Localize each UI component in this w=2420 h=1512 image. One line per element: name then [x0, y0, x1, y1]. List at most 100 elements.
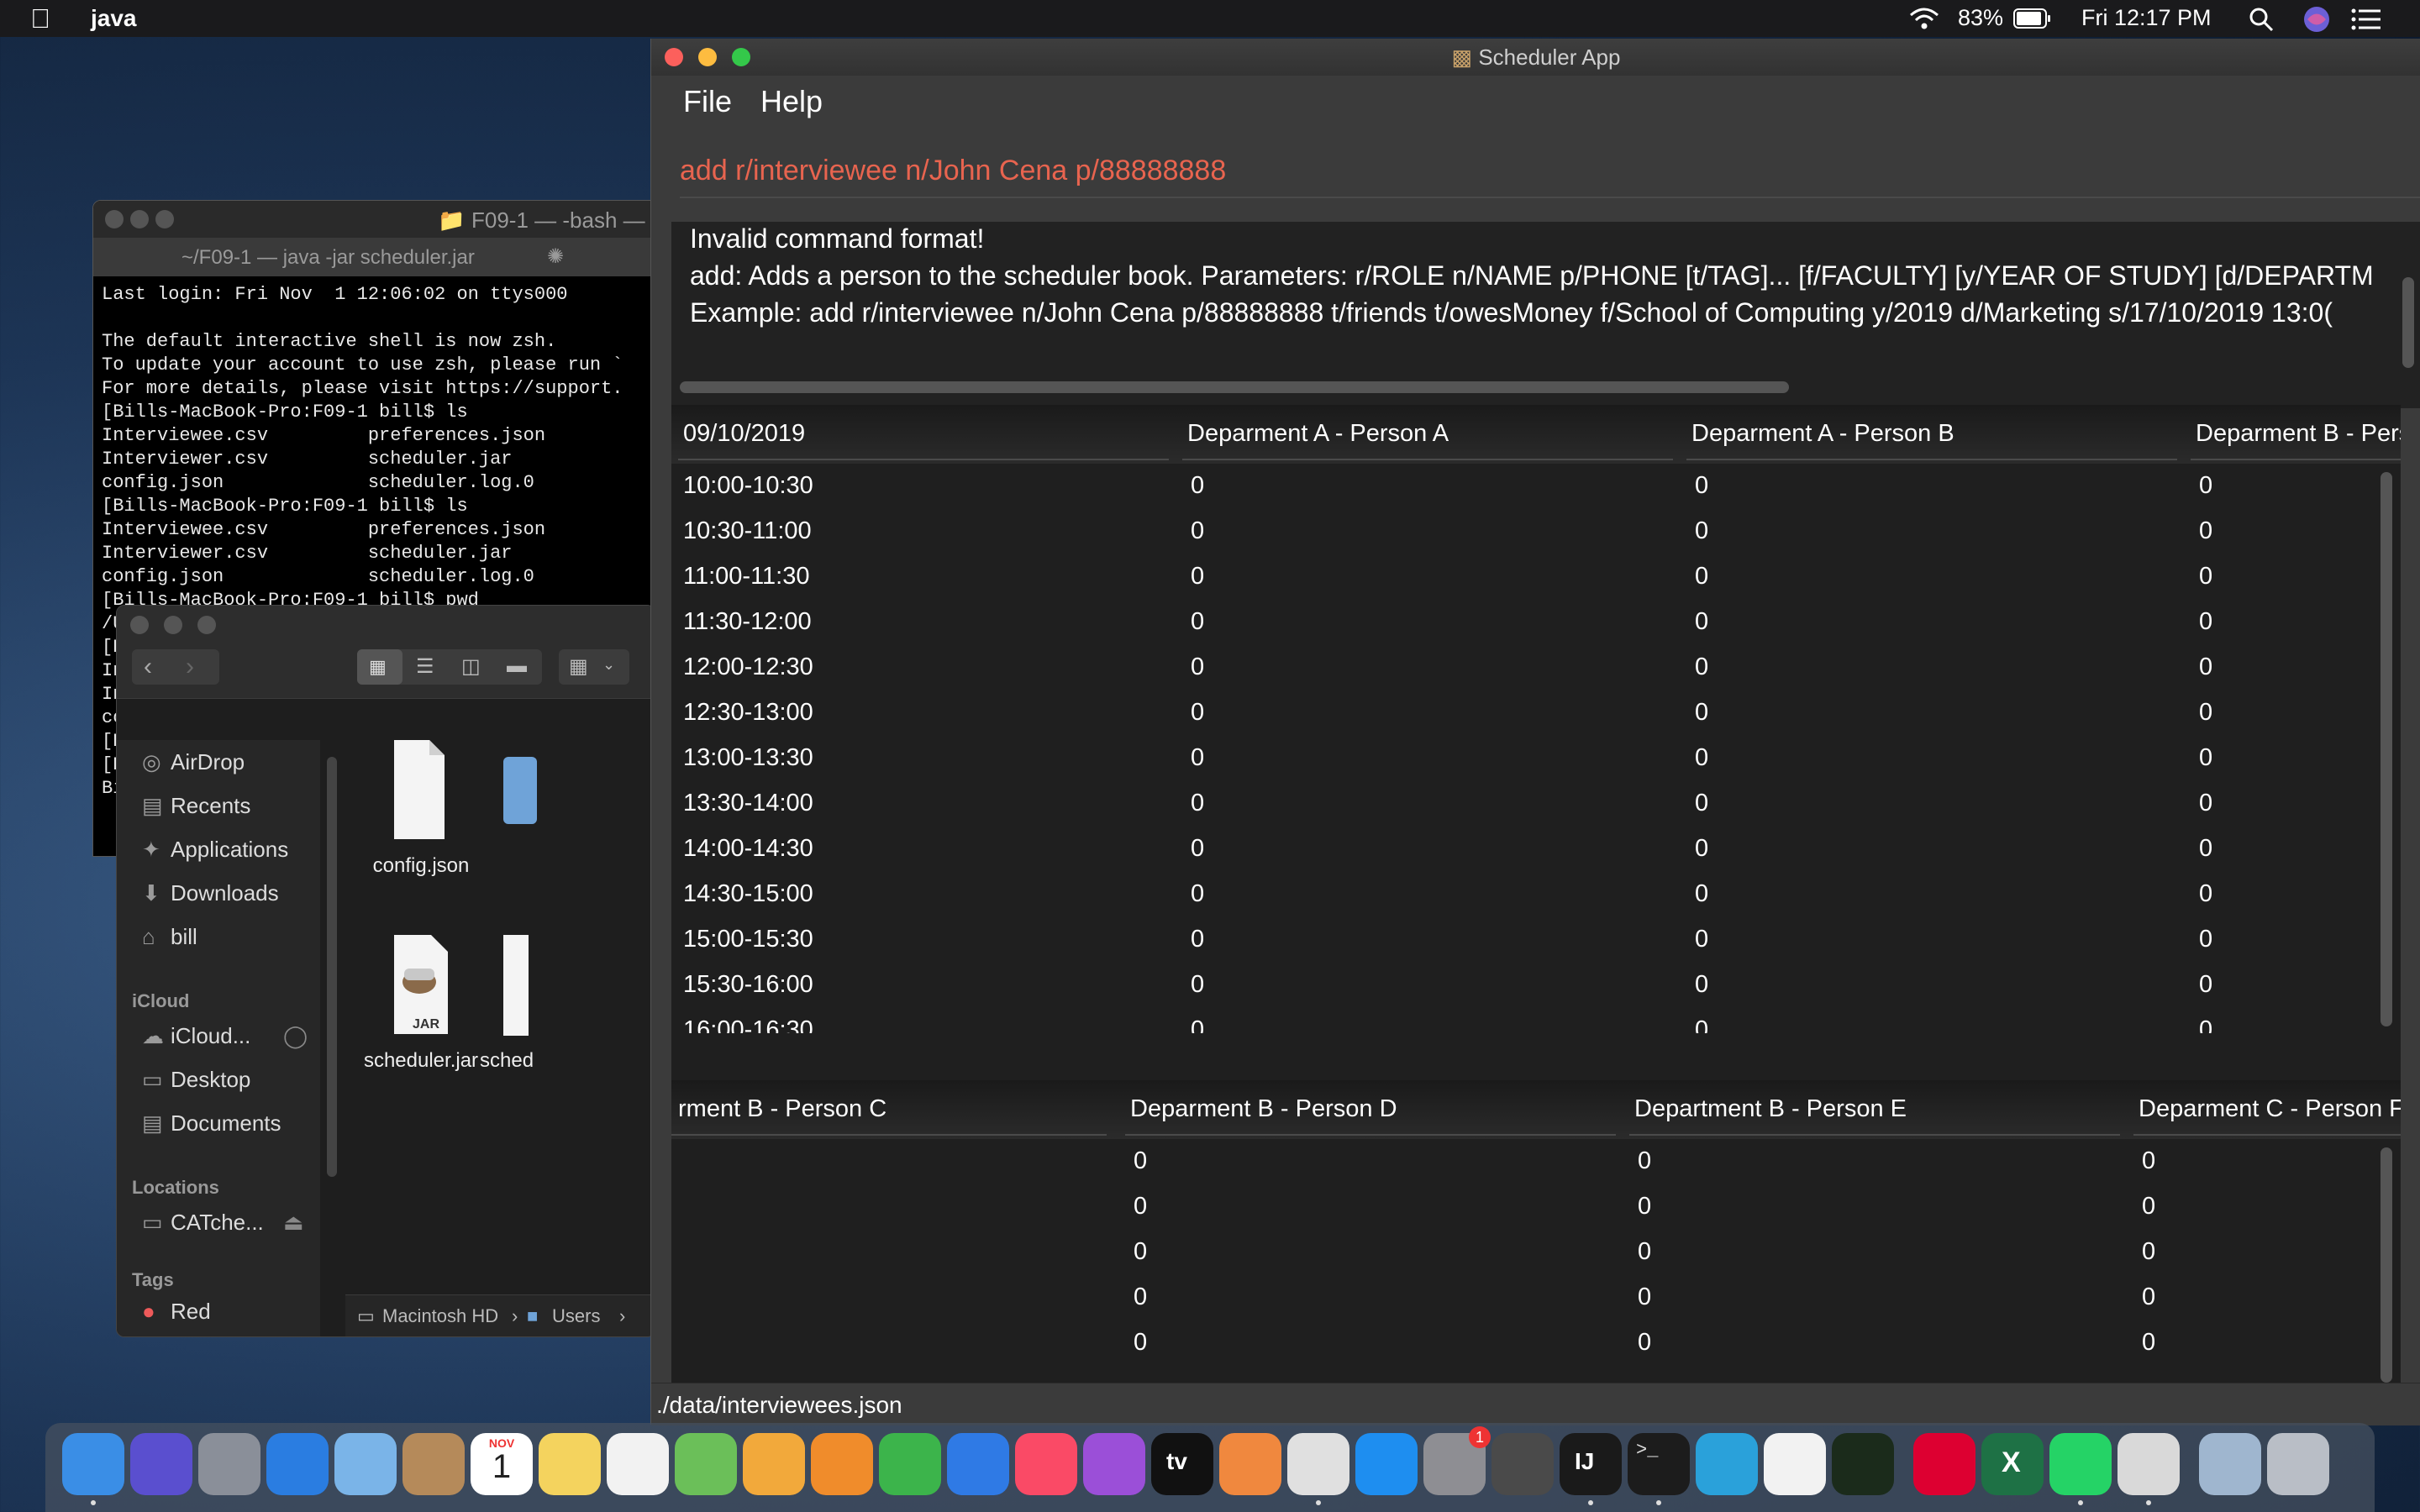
active-app-name[interactable]: java: [91, 5, 137, 32]
table-row[interactable]: 10:00-10:30 0 0 0: [671, 465, 2377, 511]
zoom-button[interactable]: [197, 616, 216, 634]
spotlight-search-icon[interactable]: [2249, 7, 2274, 32]
sidebar-item-disk[interactable]: ▭ CATche... ⏏: [142, 1205, 304, 1239]
notes-icon[interactable]: [539, 1433, 601, 1495]
reminders-icon[interactable]: [607, 1433, 669, 1495]
back-arrow-icon[interactable]: ‹: [144, 653, 152, 681]
table-row[interactable]: 16:00-16:30 0 0 0: [671, 1010, 2377, 1033]
sidebar-item-desktop[interactable]: ▭ Desktop: [142, 1063, 250, 1096]
menu-help[interactable]: Help: [760, 84, 823, 119]
table-row[interactable]: 0 0 0: [671, 1186, 2377, 1231]
column-header[interactable]: Deparment C - Person F: [2139, 1095, 2401, 1123]
keynote-icon[interactable]: [947, 1433, 1009, 1495]
java-icon[interactable]: [2118, 1433, 2180, 1495]
column-header[interactable]: 09/10/2019: [683, 420, 805, 448]
terminal-tab[interactable]: ~/F09-1 — java -jar scheduler.jar ✺: [93, 238, 665, 276]
table-row[interactable]: 0 0 0: [671, 1231, 2377, 1277]
command-input[interactable]: [680, 144, 2420, 197]
siri-icon[interactable]: [130, 1433, 192, 1495]
trash-icon[interactable]: [2267, 1433, 2329, 1495]
table-row[interactable]: 13:00-13:30 0 0 0: [671, 738, 2377, 783]
forward-arrow-icon[interactable]: ›: [186, 653, 194, 681]
sidebar-item-applications[interactable]: ✦ Applications: [142, 832, 288, 866]
group-by-button[interactable]: ▦ ⌄: [559, 649, 629, 685]
column-header[interactable]: Deparment A - Person B: [1691, 420, 1954, 448]
app-titlebar[interactable]: ▩ Scheduler App: [651, 39, 2420, 76]
sidebar-item-recents[interactable]: ▤ Recents: [142, 789, 250, 822]
close-button[interactable]: [665, 48, 683, 66]
close-button[interactable]: [130, 616, 149, 634]
column-view-icon[interactable]: ◫: [461, 654, 481, 679]
whatsapp-icon[interactable]: [2049, 1433, 2112, 1495]
column-header[interactable]: rment B - Person C: [678, 1095, 886, 1123]
path-segment[interactable]: Users: [552, 1305, 600, 1327]
list-view-icon[interactable]: ☰: [416, 654, 434, 679]
column-header[interactable]: Deparment B - Pers: [2196, 420, 2401, 448]
downloads-stack-icon[interactable]: [2199, 1433, 2261, 1495]
path-segment[interactable]: Macintosh HD: [382, 1305, 498, 1327]
activitymonitor-icon[interactable]: [1832, 1433, 1894, 1495]
close-button[interactable]: [105, 210, 124, 228]
minimize-button[interactable]: [698, 48, 717, 66]
appstore-icon[interactable]: [1355, 1433, 1418, 1495]
notification-center-icon[interactable]: [2351, 8, 2381, 30]
minimize-button[interactable]: [130, 210, 149, 228]
music-icon[interactable]: [1015, 1433, 1077, 1495]
wifi-icon[interactable]: [1907, 5, 1941, 32]
table-row[interactable]: 14:00-14:30 0 0 0: [671, 828, 2377, 874]
file-item[interactable]: config.json: [362, 740, 480, 891]
file-item[interactable]: JAR scheduler.jar: [362, 935, 480, 1086]
pages-icon[interactable]: [811, 1433, 873, 1495]
gallery-view-icon[interactable]: ▬: [507, 654, 527, 678]
schedule-table[interactable]: 09/10/2019 Deparment A - Person A Deparm…: [671, 405, 2401, 1102]
table-row[interactable]: 11:30-12:00 0 0 0: [671, 601, 2377, 647]
zoom-button[interactable]: [732, 48, 750, 66]
table-row[interactable]: 0 0 0: [671, 1322, 2377, 1368]
sidebar-item-icloud-drive[interactable]: ☁ iCloud... ◯: [142, 1019, 308, 1053]
appletv-icon[interactable]: tv: [1151, 1433, 1213, 1495]
menu-file[interactable]: File: [683, 84, 732, 119]
folder-icon[interactable]: [503, 757, 537, 824]
table-row[interactable]: 0 0 0: [671, 1141, 2377, 1186]
terminal-titlebar[interactable]: 📁 F09-1 — -bash —: [93, 201, 665, 238]
scheduler-app-window[interactable]: ▩ Scheduler App File Help Invalid comman…: [650, 39, 2420, 1425]
table-row[interactable]: 15:00-15:30 0 0 0: [671, 919, 2377, 964]
launchpad-icon[interactable]: [198, 1433, 260, 1495]
table-row[interactable]: 10:30-11:00 0 0 0: [671, 511, 2377, 556]
table-vertical-scrollbar[interactable]: [2381, 472, 2392, 1026]
sidebar-item-home[interactable]: ⌂ bill: [142, 920, 197, 953]
table-row[interactable]: 12:00-12:30 0 0 0: [671, 647, 2377, 692]
result-horizontal-scrollbar[interactable]: [680, 381, 1789, 393]
column-header[interactable]: Deparment B - Person D: [1130, 1095, 1397, 1123]
maps-icon[interactable]: [675, 1433, 737, 1495]
icon-view-button[interactable]: ▦: [357, 649, 402, 685]
table-row[interactable]: 0 0 0: [671, 1277, 2377, 1322]
pliers-icon[interactable]: [1491, 1433, 1554, 1495]
table-row[interactable]: 12:30-13:00 0 0 0: [671, 692, 2377, 738]
column-header[interactable]: Deparment A - Person A: [1187, 420, 1449, 448]
table-row[interactable]: 11:00-11:30 0 0 0: [671, 556, 2377, 601]
table-row[interactable]: 14:30-15:00 0 0 0: [671, 874, 2377, 919]
intellij-icon[interactable]: IJ: [1560, 1433, 1622, 1495]
slack-icon[interactable]: [1764, 1433, 1826, 1495]
sidebar-item-downloads[interactable]: ⬇ Downloads: [142, 876, 279, 910]
zoom-button[interactable]: [155, 210, 174, 228]
sidebar-item-airdrop[interactable]: ◎ AirDrop: [142, 745, 245, 779]
handmirror-icon[interactable]: [1219, 1433, 1281, 1495]
finder-icon[interactable]: [62, 1433, 124, 1495]
finder-window[interactable]: ‹ › ▦ ☰ ◫ ▬ ▦ ⌄ ◎ AirDrop ▤ Recents ✦ Appli…: [116, 605, 655, 1337]
eject-icon[interactable]: ⏏: [283, 1205, 304, 1239]
table-row[interactable]: 15:30-16:00 0 0 0: [671, 964, 2377, 1010]
contacts-icon[interactable]: [402, 1433, 465, 1495]
battery-icon[interactable]: [2013, 8, 2052, 29]
file-name[interactable]: sched: [480, 1049, 534, 1073]
column-header[interactable]: Department B - Person E: [1634, 1095, 1907, 1123]
document-icon[interactable]: [503, 935, 529, 1036]
safari-icon[interactable]: [266, 1433, 329, 1495]
sidebar-scrollbar[interactable]: [327, 757, 337, 1177]
table-vertical-scrollbar[interactable]: [2381, 1147, 2392, 1383]
photos-icon[interactable]: [743, 1433, 805, 1495]
excel-icon[interactable]: X: [1981, 1433, 2044, 1495]
table-row[interactable]: 13:30-14:00 0 0 0: [671, 783, 2377, 828]
siri-icon[interactable]: [2302, 5, 2331, 34]
